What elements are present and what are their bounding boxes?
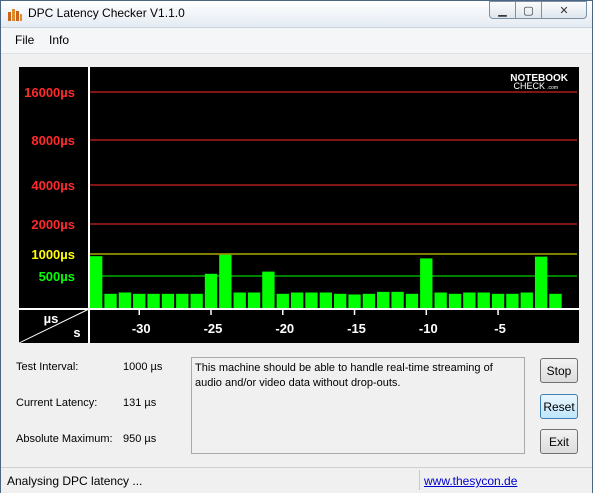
x-tick-label: -30 <box>132 321 151 336</box>
bar <box>506 293 519 309</box>
result-message: This machine should be able to handle re… <box>191 357 525 454</box>
bar <box>204 273 218 309</box>
x-tick-label: -20 <box>275 321 294 336</box>
bar <box>420 258 433 309</box>
exit-button[interactable]: Exit <box>540 429 578 454</box>
bar <box>534 256 548 309</box>
bar <box>262 271 275 309</box>
bar <box>190 293 203 309</box>
bar <box>491 293 505 309</box>
current-latency-value: 131 µs <box>123 397 157 409</box>
title-bar[interactable]: DPC Latency Checker V1.1.0 ▁ ▢ ✕ <box>1 1 592 28</box>
bar <box>118 292 132 309</box>
maximize-icon: ▢ <box>523 4 534 17</box>
bar <box>319 292 332 309</box>
menu-info[interactable]: Info <box>49 33 69 47</box>
website-link[interactable]: www.thesycon.de <box>424 474 517 488</box>
y-unit-label: µs <box>44 311 59 326</box>
bar <box>463 292 476 309</box>
status-separator <box>419 470 420 490</box>
bar <box>391 291 404 309</box>
x-tick-label: -15 <box>347 321 366 336</box>
bar <box>305 292 318 309</box>
bar <box>161 293 175 309</box>
y-tick-label: 8000µs <box>31 133 75 148</box>
current-latency-label: Current Latency: <box>16 397 98 409</box>
bar <box>362 293 376 309</box>
test-interval-label: Test Interval: <box>16 361 79 373</box>
bar <box>405 293 419 309</box>
bar <box>348 294 361 309</box>
y-tick-label: 2000µs <box>31 217 75 232</box>
status-bar: Analysing DPC latency ... www.thesycon.d… <box>1 467 592 493</box>
minimize-button[interactable]: ▁ <box>489 1 516 19</box>
close-button[interactable]: ✕ <box>541 1 587 19</box>
bar <box>219 254 232 309</box>
stop-button[interactable]: Stop <box>540 358 578 383</box>
bar <box>233 292 246 309</box>
maximize-button[interactable]: ▢ <box>515 1 542 19</box>
y-tick-label: 4000µs <box>31 178 75 193</box>
bar <box>133 293 146 309</box>
bar <box>104 293 117 309</box>
window-title: DPC Latency Checker V1.1.0 <box>28 6 185 20</box>
logo-line2: CHECK <box>513 81 545 91</box>
app-icon <box>8 9 22 21</box>
bar <box>90 256 103 309</box>
menu-file[interactable]: File <box>15 33 34 47</box>
bar <box>549 293 562 309</box>
test-interval-value: 1000 µs <box>123 361 163 373</box>
bar <box>520 292 533 309</box>
bar <box>334 293 347 309</box>
logo-suffix: .com <box>547 85 558 91</box>
minimize-icon: ▁ <box>498 4 507 17</box>
bar <box>147 293 160 309</box>
close-icon: ✕ <box>559 4 569 17</box>
bar <box>176 293 189 309</box>
bar <box>477 292 490 309</box>
app-window: DPC Latency Checker V1.1.0 ▁ ▢ ✕ File In… <box>0 0 593 493</box>
y-tick-label: 500µs <box>39 269 75 284</box>
bar <box>448 293 462 309</box>
absolute-maximum-value: 950 µs <box>123 433 157 445</box>
x-tick-label: -25 <box>204 321 223 336</box>
bar <box>290 292 304 309</box>
status-text: Analysing DPC latency ... <box>7 474 143 488</box>
x-tick-label: -5 <box>494 321 506 336</box>
y-tick-label: 16000µs <box>24 85 75 100</box>
menu-bar: File Info <box>1 28 592 54</box>
latency-chart: 16000µs 8000µs 4000µs 2000µs 1000µs 500µs µss -… <box>19 67 579 343</box>
bar <box>247 292 261 309</box>
x-tick-label: -10 <box>419 321 438 336</box>
absolute-maximum-label: Absolute Maximum: <box>16 433 113 445</box>
x-unit-label: s <box>73 325 80 340</box>
y-tick-label: 1000µs <box>31 247 75 262</box>
bar <box>377 291 390 309</box>
bar <box>434 292 447 309</box>
reset-button[interactable]: Reset <box>540 394 578 419</box>
bar <box>276 293 289 309</box>
